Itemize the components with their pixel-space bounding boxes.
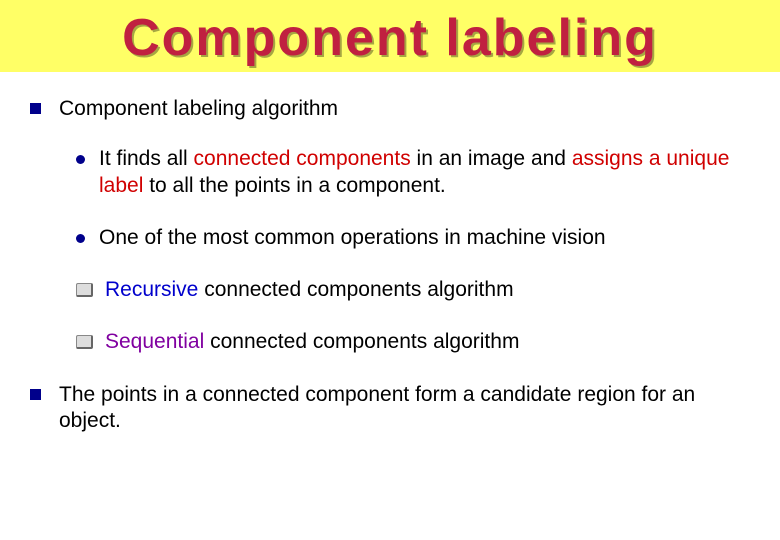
slide-title: Component labeling [0,8,780,68]
list-item: Recursive connected components algorithm [76,277,760,303]
item-text: One of the most common operations in mac… [99,225,606,251]
text-span: connected components algorithm [204,330,519,353]
dot-bullet-icon [76,155,85,164]
text-span: in an image and [411,147,572,170]
text-span: to all the points in a component. [143,174,445,197]
text-span: connected components algorithm [198,278,513,301]
square-bullet-icon [30,389,41,400]
square-bullet-icon [30,103,41,114]
item-text: The points in a connected component form… [59,382,760,435]
content-area: Component labeling algorithm It finds al… [0,72,780,434]
highlight-text: Sequential [105,330,204,353]
title-band: Component labeling [0,0,780,72]
item-text: Recursive connected components algorithm [105,277,514,303]
list-item: The points in a connected component form… [30,382,760,435]
list-item: One of the most common operations in mac… [76,225,760,251]
highlight-text: connected components [194,147,411,170]
keyboard-bullet-icon [76,283,93,297]
item-text: Component labeling algorithm [59,96,338,122]
highlight-text: Recursive [105,278,198,301]
list-item: It finds all connected components in an … [76,146,760,199]
sub-list: It finds all connected components in an … [30,146,760,355]
item-text: It finds all connected components in an … [99,146,760,199]
keyboard-bullet-icon [76,335,93,349]
text-span: It finds all [99,147,194,170]
list-item: Sequential connected components algorith… [76,329,760,355]
item-text: Sequential connected components algorith… [105,329,519,355]
dot-bullet-icon [76,234,85,243]
list-item: Component labeling algorithm [30,96,760,122]
